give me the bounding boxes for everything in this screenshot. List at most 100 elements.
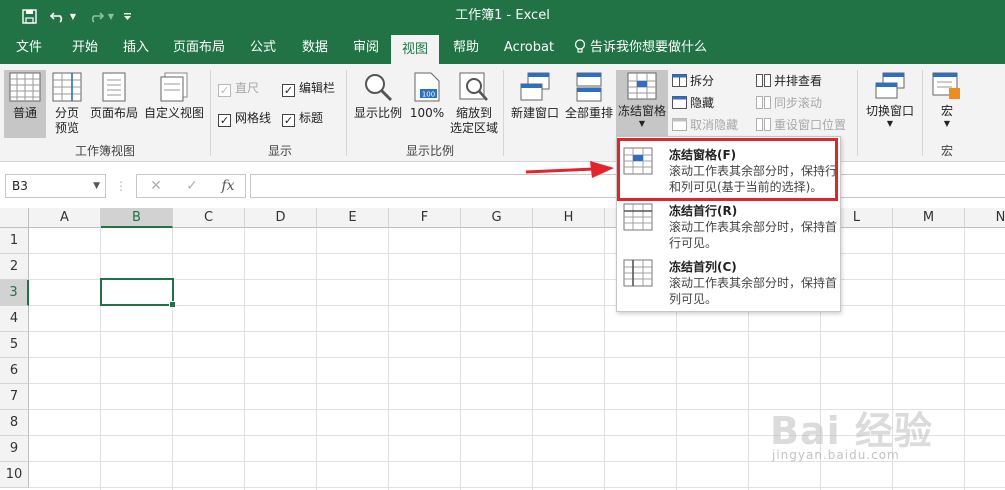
normal-view-icon [9,72,41,102]
row-header[interactable]: 2 [0,254,29,280]
undo-dropdown-icon[interactable]: ▼ [68,0,78,32]
redo-dropdown-icon[interactable]: ▼ [106,0,116,32]
column-header[interactable]: H [533,208,605,228]
gridline [29,383,1005,384]
page-break-preview-icon [52,72,82,102]
redo-icon[interactable] [86,0,106,32]
gridline [388,228,389,490]
tell-me-search[interactable]: 告诉我你想要做什么 [574,32,714,64]
tab-formulas[interactable]: 公式 [240,32,286,64]
column-header[interactable]: M [893,208,965,228]
row-header[interactable]: 4 [0,306,29,332]
save-icon[interactable] [18,0,40,32]
column-header[interactable]: F [389,208,461,228]
hide-label: 隐藏 [690,96,715,110]
row-header[interactable]: 8 [0,410,29,436]
new-window-label: 新建窗口 [510,106,559,120]
gridlines-checkbox[interactable]: ✓ 网格线 [218,108,271,128]
gridline [244,228,245,490]
page-break-preview-button[interactable]: 分页 预览 [50,70,84,138]
zoom-button[interactable]: 显示比例 [352,70,404,138]
normal-view-button[interactable]: 普通 [4,70,46,138]
group-separator [857,70,858,156]
active-cell-b3[interactable] [100,278,176,308]
tab-insert[interactable]: 插入 [113,32,159,64]
freeze-panes-icon [627,72,657,100]
tab-home[interactable]: 开始 [62,32,108,64]
enter-icon[interactable]: ✓ [182,174,202,198]
tab-page-layout[interactable]: 页面布局 [167,32,231,64]
tab-help[interactable]: 帮助 [443,32,489,64]
gridlines-check-icon: ✓ [218,114,231,127]
tab-acrobat[interactable]: Acrobat [497,32,561,64]
zoom-100-button[interactable]: 100 100% [408,70,446,138]
group-separator [210,70,211,156]
group-label-zoom: 显示比例 [405,144,454,158]
reset-window-position-button[interactable]: 重设窗口位置 [756,115,846,135]
arrange-all-button[interactable]: 全部重排 [563,70,615,138]
macros-button[interactable]: 宏 ▼ [928,70,966,142]
ruler-checkbox[interactable]: ✓ 直尺 [218,78,259,98]
zoom-to-selection-button[interactable]: 缩放到 选定区域 [448,70,500,138]
row-header[interactable]: 9 [0,436,29,462]
watermark-logo: Bai 经验 [770,409,933,453]
name-box[interactable]: B3 ▼ [5,174,106,198]
undo-icon[interactable] [48,0,68,32]
tab-view[interactable]: 视图 [391,35,439,64]
insert-function-icon[interactable]: fx [218,174,238,198]
new-window-button[interactable]: 新建窗口 [508,70,562,138]
menu-item-freeze-top-row[interactable]: 冻结首行(R) 滚动工作表其余部分时，保持首行可见。 [617,197,840,255]
headings-checkbox[interactable]: ✓ 标题 [282,108,323,128]
view-side-by-side-button[interactable]: 并排查看 [756,71,822,91]
watermark: Bai 经验 jingyan.baidu.com [770,400,1000,468]
name-box-dropdown-icon[interactable]: ▼ [93,175,100,197]
cancel-icon[interactable]: ✕ [146,174,166,198]
ruler-label: 直尺 [235,81,260,95]
column-header[interactable]: A [29,208,101,228]
row-header[interactable]: 7 [0,384,29,410]
gridline [29,253,1005,254]
red-arrow-annotation [525,161,614,178]
tab-file[interactable]: 文件 [6,32,52,64]
select-all-button[interactable] [0,208,29,228]
customize-icon[interactable] [120,0,134,32]
zoom-to-selection-label-1: 缩放到 [455,106,492,120]
gridline [316,228,317,490]
row-header[interactable]: 3 [0,280,29,306]
column-header[interactable]: N [965,208,1005,228]
row-header[interactable]: 1 [0,228,29,254]
split-label: 拆分 [690,74,715,88]
row-header[interactable]: 10 [0,462,29,488]
reset-position-icon [756,118,771,131]
lightbulb-icon [574,35,586,67]
column-header[interactable]: C [173,208,245,228]
freeze-panes-button[interactable]: 冻结窗格 ▼ [616,70,668,142]
page-layout-view-icon [102,72,126,102]
menu-item-freeze-first-column[interactable]: 冻结首列(C) 滚动工作表其余部分时，保持首列可见。 [617,253,840,311]
column-header[interactable]: D [245,208,317,228]
gridline [100,228,101,490]
tab-review[interactable]: 审阅 [343,32,389,64]
macros-icon [932,72,960,99]
ribbon-tabs: 文件 开始 插入 页面布局 公式 数据 审阅 视图 帮助 Acrobat 告诉我… [0,32,1005,64]
tab-data[interactable]: 数据 [292,32,338,64]
row-header[interactable]: 6 [0,358,29,384]
gridline [172,228,173,490]
column-header[interactable]: B [101,208,173,228]
hide-button[interactable]: 隐藏 [672,93,714,113]
split-button[interactable]: 拆分 [672,71,714,91]
page-layout-view-button[interactable]: 页面布局 [88,70,140,138]
synchronous-scrolling-button[interactable]: 同步滚动 [756,93,822,113]
unhide-button[interactable]: 取消隐藏 [672,115,738,135]
normal-view-label: 普通 [12,106,37,120]
formula-bar: B3 ▼ ⋮ ✕ ✓ fx [0,162,1005,208]
column-header[interactable]: G [461,208,533,228]
title-bar: ▼ ▼ 工作簿1 - Excel [0,0,1005,32]
split-icon [672,74,687,87]
zoom-to-selection-icon [459,72,488,101]
column-header[interactable]: E [317,208,389,228]
formula-bar-checkbox[interactable]: ✓ 编辑栏 [282,78,335,98]
row-header[interactable]: 5 [0,332,29,358]
custom-views-button[interactable]: 自定义视图 [142,70,206,138]
switch-windows-button[interactable]: 切换窗口 ▼ [862,70,918,142]
